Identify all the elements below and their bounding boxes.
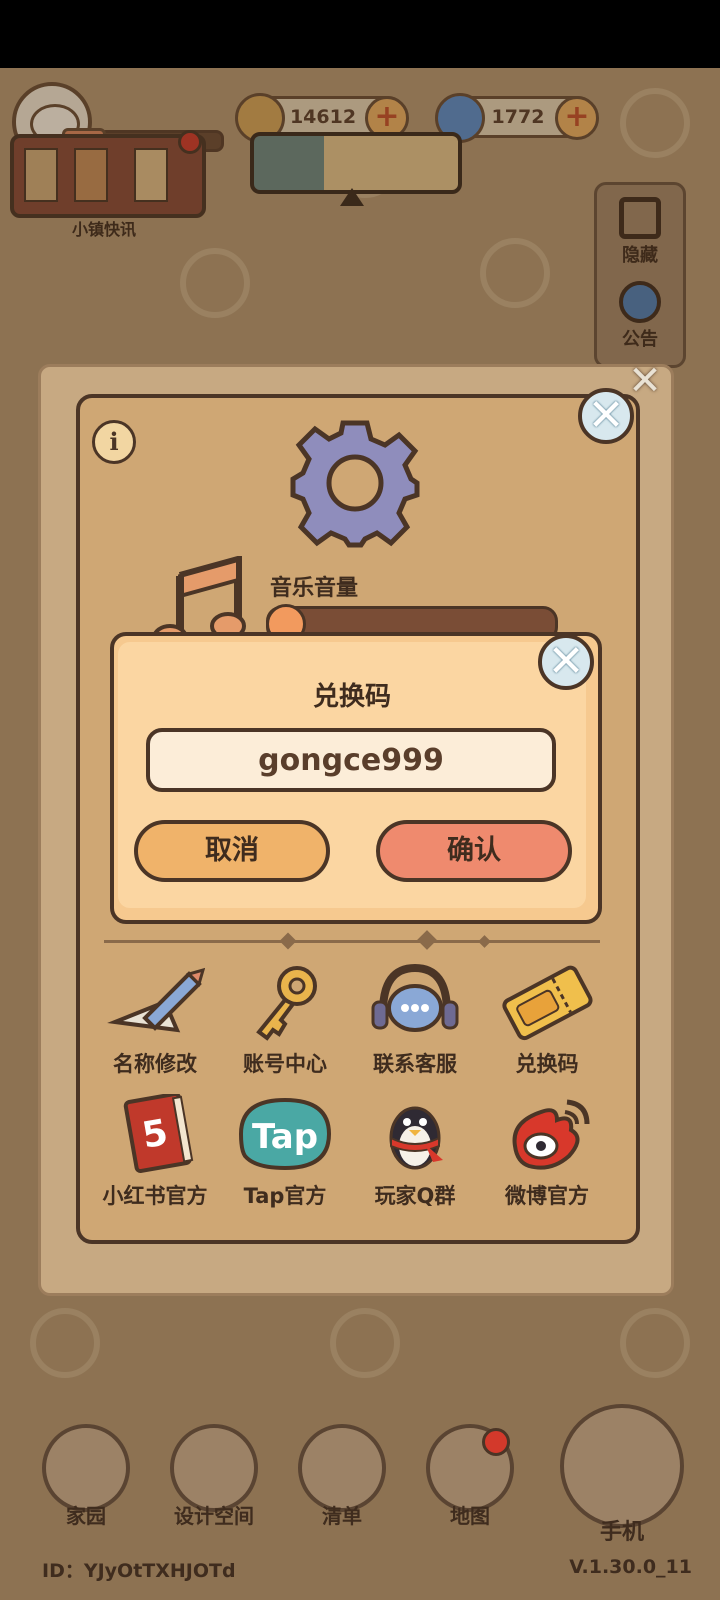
nav-design-space[interactable]: 设计空间	[154, 1424, 274, 1529]
nav-phone-button[interactable]	[560, 1404, 684, 1528]
nav-design-space-label: 设计空间	[174, 1504, 254, 1528]
nav-map[interactable]: 地图	[410, 1424, 530, 1529]
redeem-code-input[interactable]	[146, 728, 556, 792]
tap-official-label: Tap官方	[243, 1184, 327, 1208]
xiaohongshu-book-icon: 5	[123, 1091, 194, 1174]
version-label: V.1.30.0_11	[569, 1556, 692, 1578]
close-icon: ✕	[587, 390, 625, 441]
rename-label: 名称修改	[113, 1052, 197, 1076]
blueprint-icon	[170, 1424, 258, 1512]
key-icon	[256, 966, 317, 1041]
pencil-icon	[107, 967, 206, 1033]
checklist-icon	[298, 1424, 386, 1512]
weibo-official-button[interactable]: 微博官方	[482, 1094, 612, 1210]
headset-icon	[371, 963, 459, 1032]
settings-close-button[interactable]: ✕	[578, 388, 634, 444]
map-notification-dot	[482, 1428, 510, 1456]
info-icon[interactable]: i	[92, 420, 136, 464]
settings-gear-icon	[290, 420, 420, 548]
nav-list-label: 清单	[322, 1504, 362, 1528]
xiaohongshu-button[interactable]: 5 小红书官方	[90, 1091, 220, 1210]
redeem-close-button[interactable]: ✕	[538, 634, 594, 690]
cancel-button[interactable]: 取消	[134, 820, 330, 882]
weibo-official-label: 微博官方	[505, 1184, 589, 1208]
customer-service-button[interactable]: 联系客服	[350, 962, 480, 1078]
redeem-dialog-title: 兑换码	[312, 682, 391, 712]
customer-service-label: 联系客服	[373, 1052, 457, 1076]
nav-map-label: 地图	[450, 1504, 490, 1528]
redeem-code-label: 兑换码	[515, 1052, 579, 1076]
svg-text:Tap: Tap	[252, 1117, 318, 1157]
nav-phone-label: 手机	[599, 1520, 644, 1545]
status-bar	[0, 0, 720, 68]
tap-official-button[interactable]: Tap Tap官方	[220, 1094, 350, 1210]
account-center-button[interactable]: 账号中心	[220, 962, 350, 1078]
nav-list[interactable]: 清单	[282, 1424, 402, 1529]
player-qq-group-label: 玩家Q群	[374, 1184, 456, 1208]
tap-logo-icon: Tap	[238, 1097, 332, 1171]
outer-close-icon[interactable]: ✕	[628, 361, 662, 401]
nav-home-label: 家园	[66, 1504, 106, 1528]
weibo-icon	[512, 1099, 590, 1170]
user-id: ID：YJyOtTXHJOTd	[42, 1560, 236, 1582]
xiaohongshu-label: 小红书官方	[102, 1184, 208, 1208]
music-volume-label: 音乐音量	[270, 576, 359, 601]
ticket-icon	[502, 965, 593, 1041]
section-divider	[104, 940, 600, 943]
redeem-code-button[interactable]: 兑换码	[482, 962, 612, 1078]
player-qq-group-button[interactable]: 玩家Q群	[350, 1094, 480, 1210]
home-icon	[42, 1424, 130, 1512]
confirm-button[interactable]: 确认	[376, 820, 572, 882]
rename-button[interactable]: 名称修改	[90, 962, 220, 1078]
account-center-label: 账号中心	[243, 1052, 327, 1076]
close-icon: ✕	[547, 636, 585, 687]
nav-home[interactable]: 家园	[26, 1424, 146, 1529]
penguin-icon	[389, 1106, 443, 1170]
